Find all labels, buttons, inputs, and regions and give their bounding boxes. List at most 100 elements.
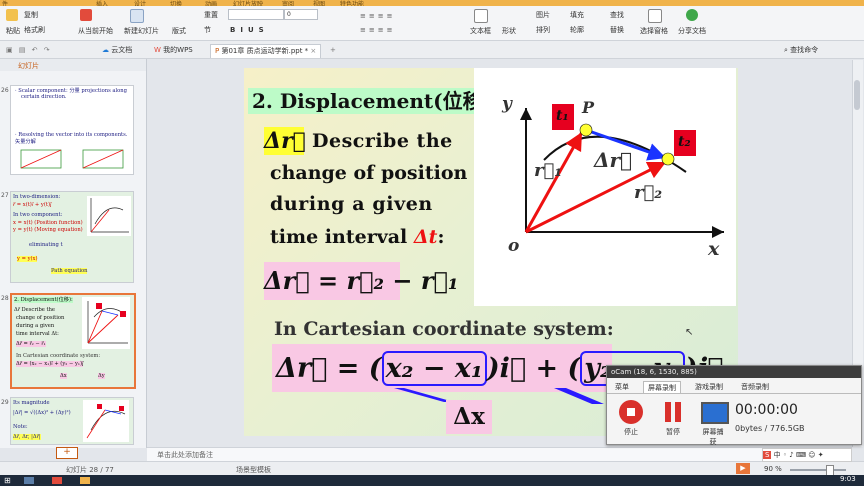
ocam-tab-audio-record[interactable]: 音频录制 [737, 381, 773, 393]
ocam-tab-game-record[interactable]: 游戏录制 [691, 381, 727, 393]
font-style-buttons[interactable]: BIUS [230, 26, 269, 34]
displacement-diagram [520, 104, 724, 238]
thumb-text: · Resolving the vector into its componen… [15, 132, 128, 138]
tab-cloud-docs[interactable]: ☁ 云文档 [98, 44, 136, 57]
font-name-input[interactable] [228, 9, 284, 20]
delta-x-callout: Δx [446, 400, 492, 434]
text-box-icon[interactable] [474, 9, 488, 23]
arrange-button[interactable]: 排列 [536, 25, 550, 35]
thumb-text: In two-dimension: [13, 194, 61, 200]
new-slide-icon[interactable] [130, 9, 144, 23]
find-button[interactable]: 查找 [610, 10, 624, 20]
outline-button[interactable]: 轮廓 [570, 25, 584, 35]
play-icon[interactable] [80, 9, 92, 21]
search-icon: ⌕ [784, 46, 788, 54]
clock: 9:03 [840, 475, 856, 483]
ocam-tab-menu[interactable]: 菜单 [611, 381, 633, 393]
slide-thumbnail[interactable]: In two-dimension: r⃗ = x(t)i⃗ + y(t)j⃗ I… [10, 191, 134, 283]
tab-my-wps[interactable]: W 我的WPS [150, 44, 197, 57]
thumb-text: Δx [60, 373, 67, 379]
taskbar-app-icon[interactable] [80, 477, 90, 484]
start-icon[interactable]: ⊞ [4, 476, 11, 485]
t1-label: t₁ [556, 108, 569, 124]
point-p-label: P [582, 98, 595, 117]
section-button[interactable]: 节 [204, 25, 211, 35]
stop-icon[interactable] [619, 400, 643, 424]
zoom-slider[interactable] [790, 469, 846, 471]
tab-active-document[interactable]: P 第01章 质点运动学新.ppt * × [210, 44, 322, 58]
text-box-button[interactable]: 文本框 [470, 26, 491, 36]
record-timer: 00:00:00 [735, 402, 798, 418]
status-bar: 幻灯片 28 / 77 场景型模板 ▶ 90 % [0, 461, 864, 476]
slide-thumbnail[interactable]: · Scalar component: 分量 projections along… [10, 85, 134, 175]
slide-counter: 幻灯片 28 / 77 [66, 466, 114, 474]
panel-header-label: 幻灯片 [18, 62, 39, 70]
select-pane-icon[interactable] [648, 9, 662, 23]
close-icon[interactable]: × [310, 47, 316, 55]
play-slideshow-button[interactable]: ▶ [736, 463, 750, 474]
taskbar-app-icon[interactable] [52, 477, 62, 484]
fill-button[interactable]: 填充 [570, 10, 584, 20]
new-tab-button[interactable]: + [326, 44, 340, 57]
screen-capture-icon[interactable] [701, 402, 729, 424]
quick-access-icons[interactable]: ▣ ▤ ↶ ↷ [2, 44, 56, 57]
slide-number: 27 [1, 192, 9, 199]
stop-button-label[interactable]: 停止 [619, 427, 643, 437]
slide-thumbnail-panel: 幻灯片 26 · Scalar component: 分量 projection… [0, 59, 147, 459]
thumb-diagram [87, 196, 131, 236]
notes-pane[interactable]: 单击此处添加备注 [147, 447, 852, 462]
thumb-text: In two component: [13, 212, 63, 218]
thumb-text: change of position [16, 315, 65, 321]
copy-button[interactable]: 复制 [24, 10, 38, 20]
from-current-button[interactable]: 从当前开始 [78, 26, 113, 36]
thumb-text: Δy [98, 373, 105, 379]
cloud-icon: ☁ [102, 46, 109, 54]
share-icon[interactable] [686, 9, 698, 21]
thumb-text: Path equation [51, 268, 88, 274]
align-buttons[interactable]: ≡≡≡≡ [360, 26, 395, 34]
reset-button[interactable]: 重置 [204, 10, 218, 20]
sogou-icon: S [763, 451, 772, 459]
thumb-text: 2. Displacement(位移): [14, 297, 73, 303]
template-label[interactable]: 场景型模板 [236, 465, 271, 475]
select-pane-button[interactable]: 选择窗格 [640, 26, 668, 36]
thumb-text: Its magnitude [13, 400, 50, 406]
picture-button[interactable]: 图片 [536, 10, 550, 20]
thumb-text: Δr⃗ = r⃗₂ − r⃗₁ [16, 341, 46, 347]
thumb-text: Δr⃗, Δr, |Δr⃗| [13, 434, 41, 440]
ocam-titlebar[interactable]: oCam (18, 6, 1530, 885) [607, 366, 861, 378]
paragraph-buttons[interactable]: ≡≡≡≡ [360, 12, 395, 20]
scrollbar-thumb[interactable] [854, 80, 860, 110]
ocam-window[interactable]: oCam (18, 6, 1530, 885) 菜单 屏幕录制 游戏录制 音频录… [606, 365, 862, 447]
slide-thumbnail[interactable]: Its magnitude |Δr⃗| = √((Δx)² + (Δy)²) N… [10, 397, 134, 445]
share-doc-button[interactable]: 分享文档 [678, 26, 706, 36]
thumb-text: y = y(x) [17, 256, 38, 262]
slide-thumbnail-active[interactable]: 2. Displacement(位移): Δr⃗ Describe the ch… [10, 293, 136, 389]
slide-number: 28 [1, 295, 9, 302]
format-painter-button[interactable]: 格式刷 [24, 25, 45, 35]
search-command[interactable]: ⌕ 查找命令 [780, 44, 822, 57]
point-2 [661, 152, 675, 166]
thumb-text: during a given [16, 323, 55, 329]
pause-button-label[interactable]: 暂停 [661, 427, 685, 437]
replace-button[interactable]: 替换 [610, 25, 624, 35]
pause-icon[interactable] [661, 400, 685, 424]
taskbar-app-icon[interactable] [24, 477, 34, 484]
font-size-input[interactable]: 0 [284, 9, 318, 20]
thumb-text: certain direction. [21, 94, 67, 100]
paste-icon[interactable] [6, 9, 18, 21]
os-taskbar: ⊞ 9:03 [0, 475, 864, 486]
zoom-level[interactable]: 90 % [764, 465, 782, 473]
delta-r-label: Δr⃗ [594, 148, 633, 172]
diagram-panel: y x o t₁ t₂ P r⃗₁ r⃗₂ Δr⃗ [474, 68, 736, 306]
x-axis-label: x [708, 238, 720, 260]
new-slide-button[interactable]: 新建幻灯片 [124, 26, 159, 36]
add-slide-button[interactable]: + [56, 447, 78, 459]
paste-button[interactable]: 粘贴 [6, 26, 20, 36]
screen-capture-label[interactable]: 屏幕捕获 [701, 427, 725, 447]
slide-number: 29 [1, 399, 9, 406]
layout-button[interactable]: 版式 [172, 26, 186, 36]
tab-label: 第01章 质点运动学新.ppt * [221, 47, 309, 55]
shape-button[interactable]: 形状 [502, 26, 516, 36]
ime-toolbar[interactable]: S 中 ◦ ♪ ⌨ ☺ ✦ [762, 448, 852, 462]
